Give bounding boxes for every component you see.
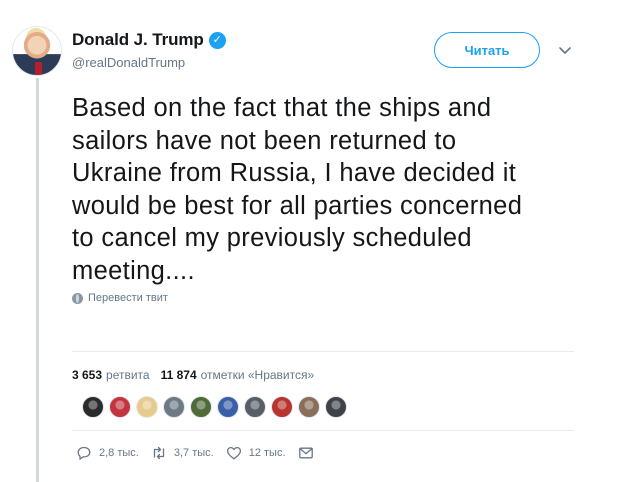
liker-avatar[interactable] xyxy=(244,396,266,418)
liker-avatar[interactable] xyxy=(217,396,239,418)
retweet-stat-count: 3 653 xyxy=(72,368,103,382)
retweet-button[interactable]: 3,7 тыс. xyxy=(151,445,214,461)
liker-avatar[interactable] xyxy=(325,396,347,418)
envelope-icon xyxy=(298,447,313,459)
tweet-text-line: to cancel my previously scheduled xyxy=(72,224,472,253)
liker-avatar[interactable] xyxy=(82,396,104,418)
liker-avatar[interactable] xyxy=(298,396,320,418)
retweet-stat-label: ретвита xyxy=(106,368,150,382)
tweet-text-line: meeting.... xyxy=(72,256,195,285)
liker-avatar[interactable] xyxy=(163,396,185,418)
globe-icon xyxy=(72,292,83,304)
thread-line xyxy=(36,78,39,482)
liker-avatar[interactable] xyxy=(271,396,293,418)
like-count: 12 тыс. xyxy=(248,447,286,459)
verified-badge-icon: ✓ xyxy=(208,31,226,49)
reply-icon xyxy=(77,446,91,460)
retweet-stat[interactable]: 3 653 ретвита xyxy=(72,368,150,382)
heart-icon xyxy=(226,446,241,460)
like-stat[interactable]: 11 874 отметки «Нравится» xyxy=(161,368,315,382)
follow-button[interactable]: Читать xyxy=(434,32,540,68)
divider xyxy=(72,430,574,431)
reply-button[interactable]: 2,8 тыс. xyxy=(76,445,139,461)
retweet-icon xyxy=(153,446,165,460)
avatar[interactable] xyxy=(12,26,62,76)
avatar-tie-detail xyxy=(35,62,42,75)
tweet-text-line: would be best for all parties concerned xyxy=(72,191,523,220)
tweet-text-line: Ukraine from Russia, I have decided it xyxy=(72,159,517,188)
author-handle[interactable]: @realDonaldTrump xyxy=(72,55,185,70)
tweet-text: Based on the fact that the ships and sai… xyxy=(72,92,572,288)
liker-avatar[interactable] xyxy=(190,396,212,418)
translate-tweet-link[interactable]: Перевести твит xyxy=(72,292,168,304)
tweet-stats: 3 653 ретвита 11 874 отметки «Нравится» xyxy=(72,368,325,382)
retweet-count: 3,7 тыс. xyxy=(173,447,214,459)
like-stat-count: 11 874 xyxy=(160,368,197,382)
tweet-actions: 2,8 тыс. 3,7 тыс. 12 тыс. xyxy=(76,445,326,461)
reply-count: 2,8 тыс. xyxy=(99,447,139,459)
direct-message-button[interactable] xyxy=(298,445,314,461)
liker-avatar[interactable] xyxy=(109,396,131,418)
like-button[interactable]: 12 тыс. xyxy=(226,445,286,461)
author-display-name[interactable]: Donald J. Trump xyxy=(72,30,204,50)
divider xyxy=(72,351,574,352)
translate-tweet-label: Перевести твит xyxy=(88,292,168,304)
liker-avatar[interactable] xyxy=(136,396,158,418)
author-name-row[interactable]: Donald J. Trump ✓ xyxy=(72,30,226,50)
like-stat-label: отметки «Нравится» xyxy=(200,368,315,382)
tweet-text-line: sailors have not been returned to xyxy=(72,126,457,155)
chevron-down-icon[interactable] xyxy=(556,42,574,60)
tweet-text-line: Based on the fact that the ships and xyxy=(72,94,492,122)
liker-avatars xyxy=(82,396,352,418)
